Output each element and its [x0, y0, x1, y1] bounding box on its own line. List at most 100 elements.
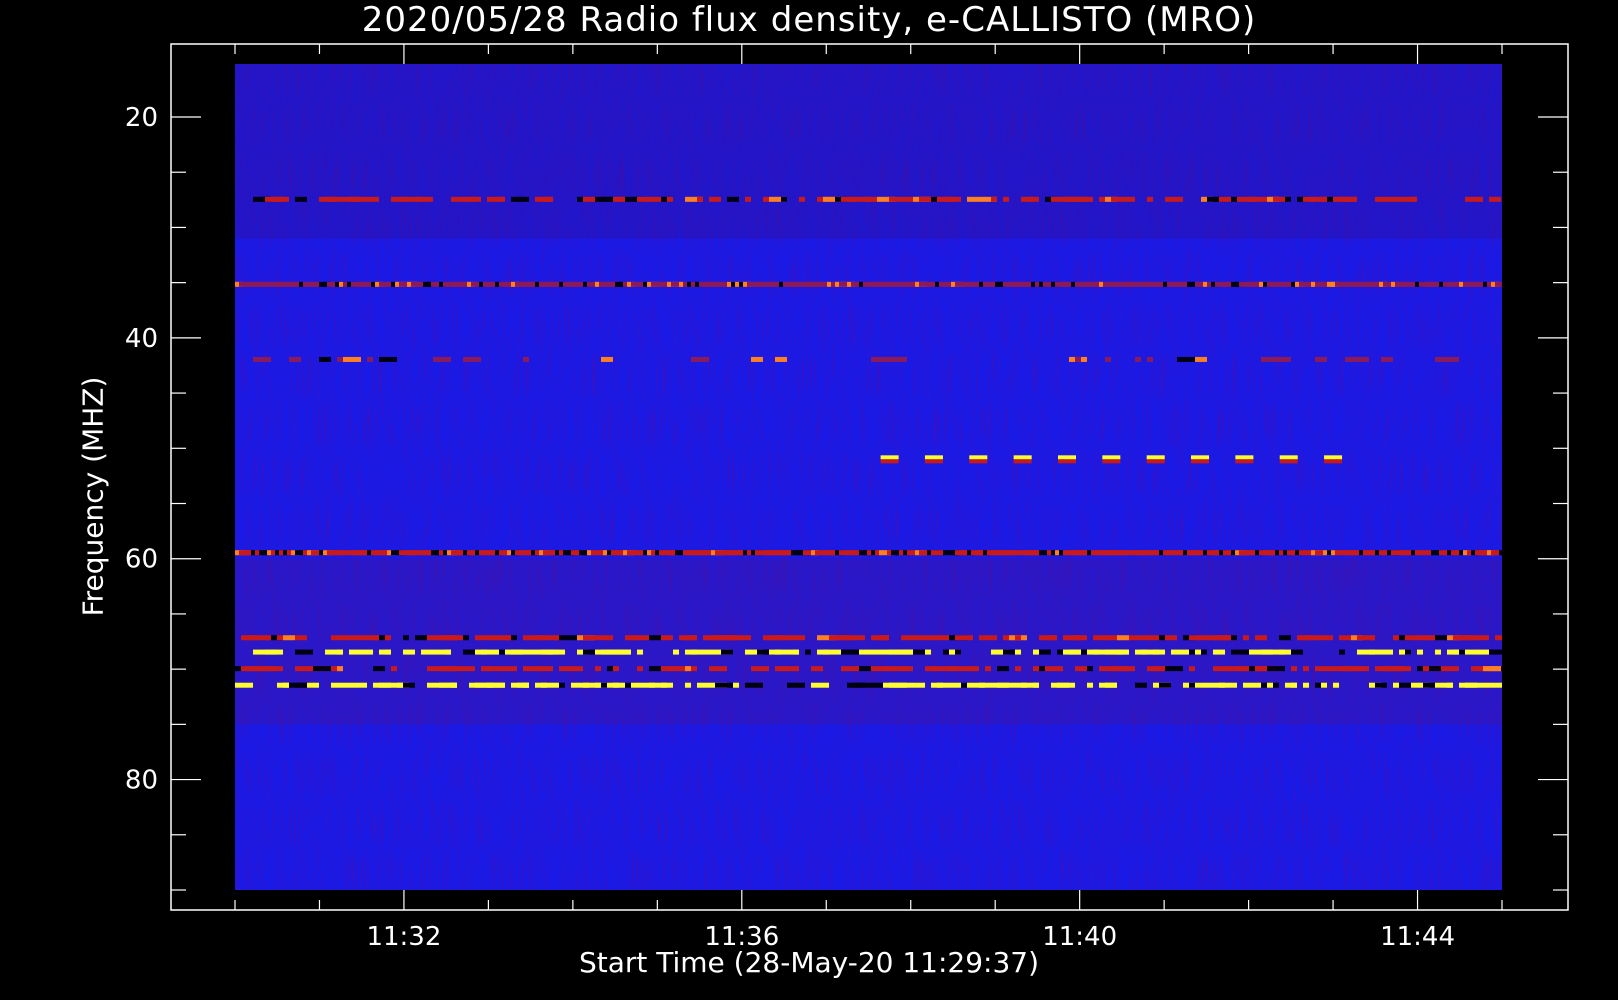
emission-mark [571, 666, 583, 672]
emission-mark [1315, 356, 1327, 362]
emission-mark [895, 550, 899, 556]
emission-mark [1351, 666, 1369, 672]
emission-mark [1319, 550, 1323, 556]
emission-mark [1183, 281, 1187, 287]
emission-mark [883, 635, 889, 641]
emission-mark [871, 356, 883, 362]
emission-mark [1411, 682, 1417, 688]
emission-mark [1435, 281, 1439, 287]
emission-mark [969, 459, 988, 464]
emission-mark [1331, 281, 1335, 287]
emission-mark [667, 196, 673, 202]
emission-mark [661, 635, 673, 641]
emission-mark [747, 281, 751, 287]
emission-mark [943, 649, 949, 655]
emission-mark [935, 281, 939, 287]
emission-mark [1195, 649, 1201, 655]
emission-mark [1191, 459, 1210, 464]
emission-mark [865, 649, 883, 655]
emission-mark [925, 635, 937, 641]
emission-mark [1027, 281, 1031, 287]
emission-mark [255, 281, 259, 287]
emission-mark [979, 635, 997, 641]
emission-mark [515, 550, 519, 556]
emission-mark [967, 281, 971, 287]
emission-mark [631, 682, 637, 688]
emission-mark [937, 635, 949, 641]
emission-mark [247, 635, 253, 641]
emission-mark [1165, 635, 1177, 641]
emission-mark [1195, 682, 1213, 688]
emission-mark [559, 666, 571, 672]
emission-mark [1463, 281, 1467, 287]
emission-mark [805, 649, 811, 655]
emission-mark [751, 666, 769, 672]
emission-mark [491, 281, 495, 287]
emission-mark [607, 635, 613, 641]
emission-mark [487, 666, 493, 672]
emission-mark [799, 682, 805, 688]
emission-mark [799, 196, 805, 202]
emission-mark [379, 635, 385, 641]
emission-mark [751, 356, 763, 362]
emission-mark [1015, 649, 1021, 655]
emission-mark [337, 196, 343, 202]
emission-mark [1117, 635, 1129, 641]
emission-mark [739, 635, 751, 641]
emission-mark [967, 666, 979, 672]
emission-mark [1195, 550, 1199, 556]
emission-mark [619, 281, 623, 287]
emission-mark [999, 281, 1003, 287]
emission-mark [1153, 666, 1165, 672]
emission-mark [559, 682, 565, 688]
emission-mark [1123, 649, 1129, 655]
emission-mark [1315, 666, 1321, 672]
x-axis-label: Start Time (28-May-20 11:29:37) [578, 946, 1040, 979]
emission-mark [459, 550, 463, 556]
emission-mark [763, 196, 769, 202]
emission-mark [1471, 682, 1477, 688]
emission-mark [745, 682, 763, 688]
emission-mark [1243, 682, 1261, 688]
emission-mark [619, 682, 625, 688]
emission-mark [1315, 635, 1333, 641]
emission-mark [880, 455, 899, 460]
emission-mark [287, 550, 291, 556]
emission-mark [943, 550, 947, 556]
emission-mark [1495, 550, 1499, 556]
emission-mark [709, 666, 727, 672]
emission-mark [843, 550, 847, 556]
emission-mark [895, 682, 907, 688]
emission-mark [1099, 281, 1103, 287]
emission-mark [463, 666, 469, 672]
emission-mark [1479, 281, 1483, 287]
emission-mark [859, 666, 871, 672]
emission-mark [967, 196, 985, 202]
emission-mark [1345, 635, 1351, 641]
emission-mark [775, 635, 787, 641]
emission-mark [1013, 455, 1032, 460]
emission-mark [1303, 635, 1309, 641]
emission-mark [1393, 682, 1399, 688]
emission-mark [307, 682, 319, 688]
emission-mark [587, 281, 591, 287]
emission-mark [335, 550, 339, 556]
emission-mark [583, 196, 589, 202]
emission-mark [703, 281, 707, 287]
emission-mark [1367, 550, 1371, 556]
emission-mark [493, 682, 505, 688]
emission-mark [1393, 196, 1399, 202]
emission-mark [1423, 635, 1429, 641]
emission-mark [263, 550, 267, 556]
emission-mark [1117, 666, 1129, 672]
emission-mark [517, 196, 529, 202]
emission-mark [1171, 649, 1183, 655]
emission-mark [787, 550, 791, 556]
emission-mark [1499, 550, 1502, 556]
y-tick-label: 40 [125, 324, 158, 354]
emission-mark [301, 196, 307, 202]
emission-mark [1215, 281, 1219, 287]
emission-mark [827, 281, 831, 287]
emission-mark [1303, 281, 1307, 287]
emission-mark [1271, 281, 1275, 287]
